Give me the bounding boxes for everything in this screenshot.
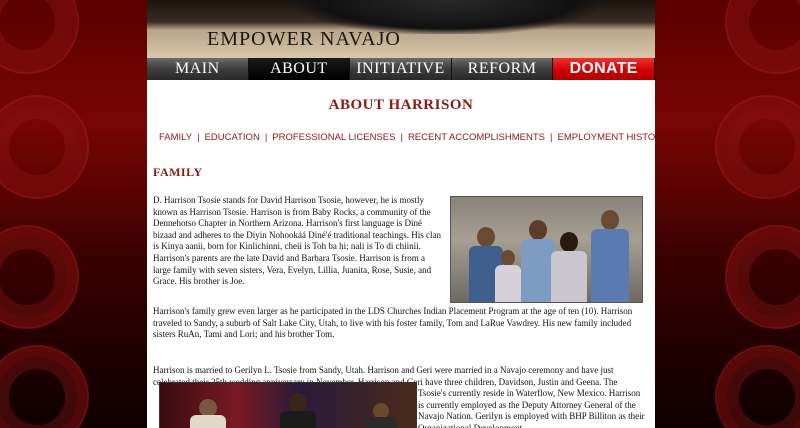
subnav-separator: |	[400, 132, 403, 143]
seal-emblem	[0, 95, 89, 199]
site-title: EMPOWER NAVAJO	[207, 28, 401, 50]
section-subnav: FAMILY | EDUCATION | PROFESSIONAL LICENSES | R…	[159, 132, 655, 143]
seal-emblem	[0, 345, 89, 428]
family-paragraph-2: Harrison's family grew even larger as he…	[153, 306, 633, 340]
section-heading-family: FAMILY	[153, 165, 203, 179]
subnav-separator: |	[264, 132, 268, 143]
subnav-separator: |	[550, 132, 553, 143]
nav-reform[interactable]: REFORM	[451, 58, 554, 80]
nav-donate-button[interactable]: DONATE	[553, 58, 655, 80]
left-background-pattern	[0, 0, 147, 428]
nav-about[interactable]: ABOUT	[248, 58, 351, 80]
subnav-professional-licenses-link[interactable]: PROFESSIONAL LICENSES	[272, 132, 395, 143]
nav-initiative[interactable]: INITIATIVE	[350, 58, 452, 80]
family-paragraph-1: D. Harrison Tsosie stands for David Harr…	[153, 195, 442, 287]
seal-emblem	[0, 0, 79, 74]
page-title: ABOUT HARRISON	[328, 97, 474, 113]
main-nav: MAIN ABOUT INITIATIVE REFORM DONATE	[147, 58, 655, 80]
ceremony-photo	[159, 382, 417, 428]
right-background-pattern	[655, 0, 800, 428]
seal-emblem	[725, 225, 800, 329]
subnav-separator: |	[197, 132, 200, 143]
seal-emblem	[715, 95, 800, 199]
seal-emblem	[715, 345, 800, 428]
subnav-employment-history-link[interactable]: EMPLOYMENT HISTORY	[557, 132, 655, 143]
subnav-recent-accomplishments-link[interactable]: RECENT ACCOMPLISHMENTS	[408, 132, 545, 143]
family-photo	[450, 196, 643, 303]
nav-main[interactable]: MAIN	[147, 58, 249, 80]
header-banner: EMPOWER NAVAJO	[147, 0, 655, 58]
subnav-family-link[interactable]: FAMILY	[159, 132, 192, 143]
seal-emblem	[725, 0, 800, 74]
family-paragraph-4: Tsosie's currently reside in Waterflow, …	[418, 388, 645, 428]
seal-emblem	[0, 225, 79, 329]
subnav-education-link[interactable]: EDUCATION	[205, 132, 260, 143]
content-panel: ABOUT HARRISON FAMILY | EDUCATION | PROFESSI…	[147, 80, 655, 428]
